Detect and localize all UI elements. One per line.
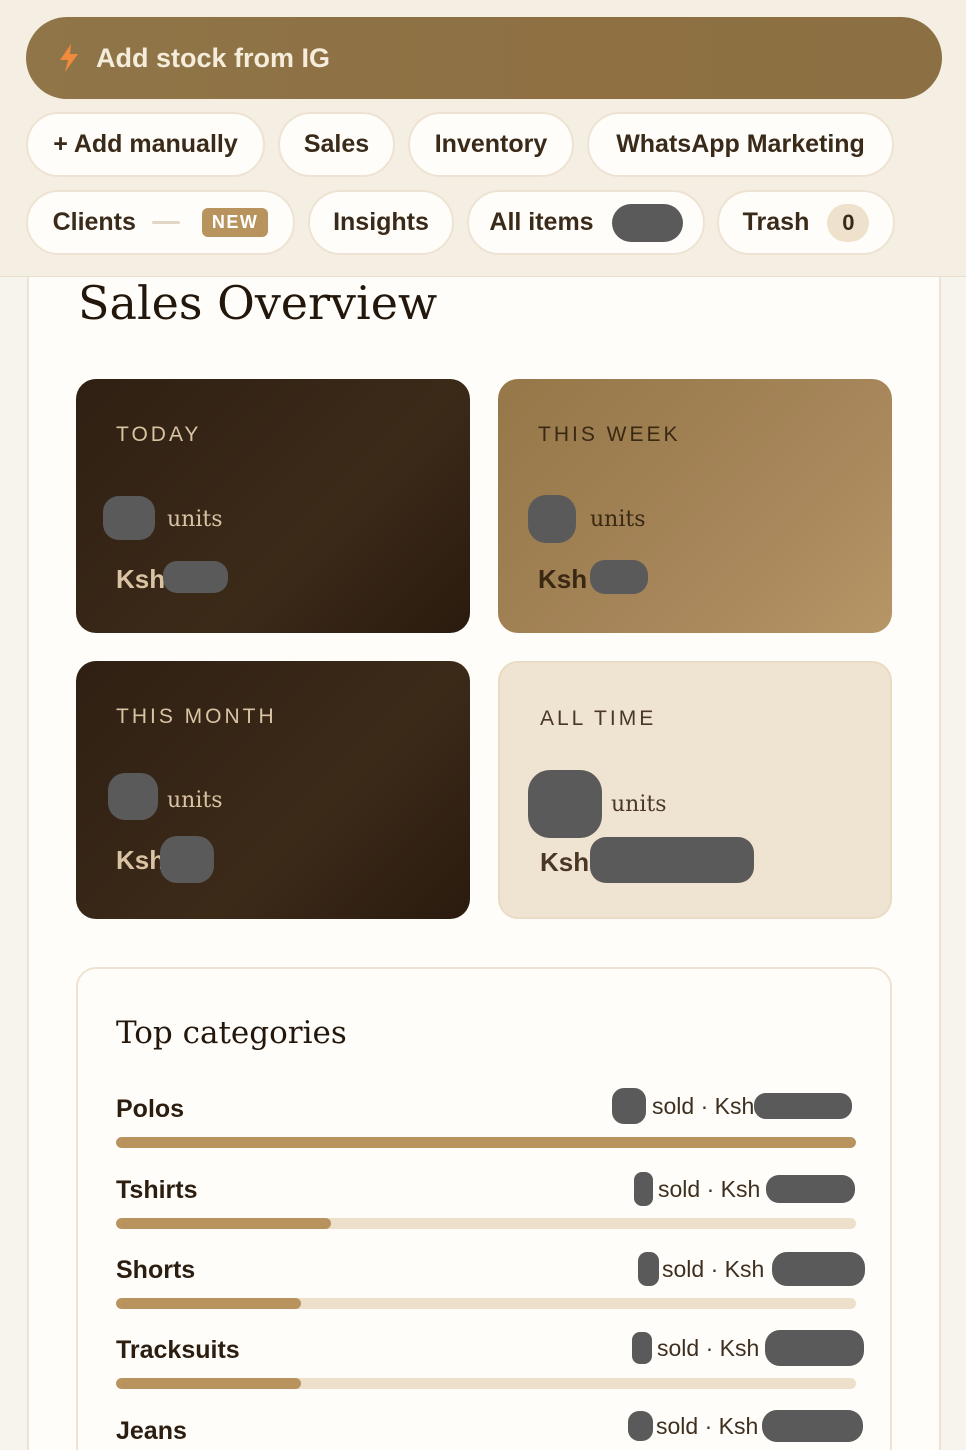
category-name: Jeans <box>116 1417 187 1445</box>
units-label: units <box>167 507 223 532</box>
divider <box>151 221 180 224</box>
stat-card-today: TODAY units Ksh <box>76 379 470 633</box>
sold-count-redacted <box>638 1252 659 1286</box>
stat-card-label: TODAY <box>116 423 202 446</box>
units-label: units <box>590 507 646 532</box>
category-stats: sold · Ksh <box>612 1088 853 1124</box>
category-stats: sold · Ksh <box>632 1330 865 1366</box>
category-bar <box>116 1378 856 1389</box>
tab-all-items-label: All items <box>489 208 594 236</box>
category-stats: sold · Ksh <box>634 1172 856 1206</box>
trash-count-badge: 0 <box>827 203 870 242</box>
category-bar <box>116 1137 856 1148</box>
add-manually-button[interactable]: + Add manually <box>26 112 265 177</box>
category-stats: sold · Ksh <box>628 1410 864 1442</box>
category-bar <box>116 1218 856 1229</box>
currency-label: Ksh <box>116 564 166 594</box>
stat-card-this-week: THIS WEEK units Ksh <box>498 379 892 633</box>
stat-card-label: THIS WEEK <box>538 423 681 446</box>
tab-trash-label: Trash <box>742 208 810 236</box>
top-categories-card: Top categories Polos sold · Ksh Tshirts … <box>76 967 892 1450</box>
revenue-redacted <box>772 1252 866 1286</box>
stat-card-this-month: THIS MONTH units Ksh <box>76 661 470 919</box>
tab-sales-label: Sales <box>303 130 370 158</box>
stat-card-label: ALL TIME <box>540 707 657 730</box>
add-manually-label: + Add manually <box>53 130 238 158</box>
sold-label: sold · Ksh <box>658 1175 761 1202</box>
sold-label: sold · Ksh <box>652 1092 755 1119</box>
stat-card-label: THIS MONTH <box>116 705 277 728</box>
new-badge: NEW <box>201 208 269 237</box>
top-categories-title: Top categories <box>116 1015 347 1051</box>
top-action-bar: Add stock from IG + Add manually Sales I… <box>0 0 966 277</box>
revenue-redacted <box>754 1093 853 1119</box>
currency-label: Ksh <box>540 847 590 877</box>
category-name: Polos <box>116 1095 185 1123</box>
tab-clients-label: Clients <box>52 208 136 236</box>
category-bar <box>116 1298 856 1309</box>
tab-all-items[interactable]: All items <box>467 190 705 255</box>
category-bar-fill <box>116 1137 856 1148</box>
category-bar-fill <box>116 1218 331 1229</box>
category-stats: sold · Ksh <box>638 1252 866 1286</box>
category-name: Tracksuits <box>116 1336 240 1364</box>
sold-label: sold · Ksh <box>657 1334 760 1361</box>
tab-whatsapp-marketing-label: WhatsApp Marketing <box>616 130 865 158</box>
units-label: units <box>167 788 223 813</box>
tab-inventory-label: Inventory <box>434 130 548 158</box>
revenue-value-redacted <box>160 836 214 883</box>
units-value-redacted <box>103 496 155 540</box>
units-label: units <box>611 792 667 817</box>
tab-whatsapp-marketing[interactable]: WhatsApp Marketing <box>587 112 894 177</box>
sold-label: sold · Ksh <box>656 1412 759 1439</box>
currency-label: Ksh <box>538 564 588 594</box>
category-bar-fill <box>116 1298 301 1309</box>
tab-inventory[interactable]: Inventory <box>408 112 574 177</box>
tab-clients[interactable]: Clients NEW <box>26 190 295 255</box>
category-name: Shorts <box>116 1256 196 1284</box>
sold-count-redacted <box>634 1172 653 1206</box>
add-stock-from-ig-label: Add stock from IG <box>96 42 331 73</box>
sold-label: sold · Ksh <box>662 1255 765 1282</box>
revenue-redacted <box>766 1175 856 1203</box>
stat-card-all-time: ALL TIME units Ksh <box>498 661 892 919</box>
sold-count-redacted <box>632 1332 652 1364</box>
sold-count-redacted <box>612 1088 646 1124</box>
all-items-count-redacted <box>611 203 683 242</box>
revenue-value-redacted <box>590 560 648 594</box>
tab-insights[interactable]: Insights <box>308 190 454 255</box>
bolt-icon <box>60 44 78 72</box>
category-bar-fill <box>116 1378 301 1389</box>
revenue-value-redacted <box>590 837 754 883</box>
sold-count-redacted <box>628 1411 653 1441</box>
currency-label: Ksh <box>116 845 166 875</box>
revenue-value-redacted <box>163 561 228 593</box>
units-value-redacted <box>528 770 602 838</box>
tab-insights-label: Insights <box>333 208 429 236</box>
revenue-redacted <box>762 1410 864 1442</box>
add-stock-from-ig-button[interactable]: Add stock from IG <box>26 17 942 99</box>
revenue-redacted <box>765 1330 865 1366</box>
units-value-redacted <box>108 773 158 820</box>
page-title: Sales Overview <box>78 276 438 330</box>
tab-sales[interactable]: Sales <box>278 112 395 177</box>
tab-trash[interactable]: Trash 0 <box>717 190 895 255</box>
category-name: Tshirts <box>116 1176 198 1204</box>
units-value-redacted <box>528 495 576 543</box>
